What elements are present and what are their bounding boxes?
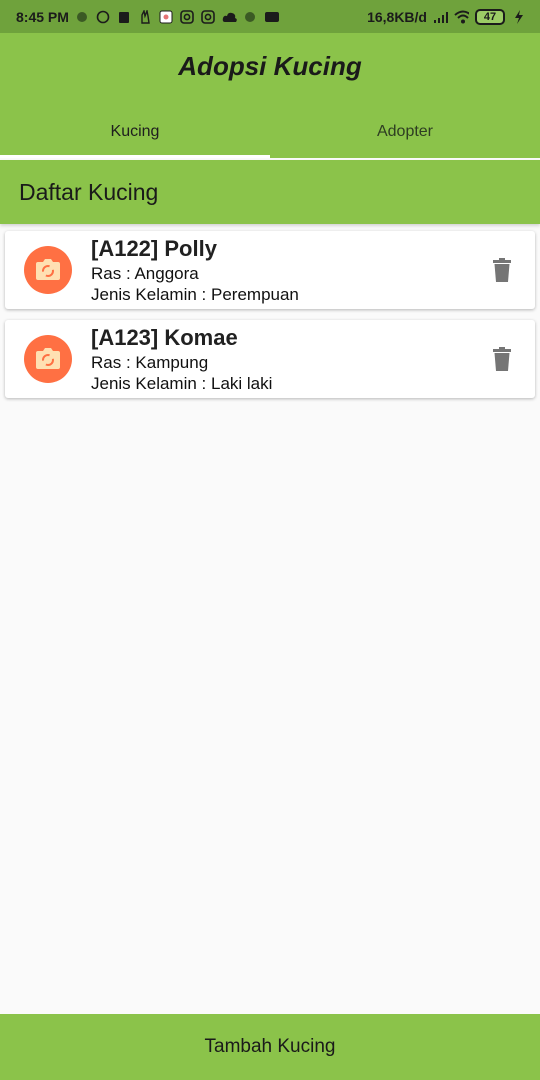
app-bar: Adopsi Kucing Kucing Adopter (0, 33, 540, 158)
status-time: 8:45 PM (16, 8, 69, 25)
trash-icon (493, 347, 511, 371)
charging-icon (511, 9, 526, 24)
battery-level: 47 (483, 10, 497, 23)
signal-icon (433, 9, 448, 24)
add-cat-button[interactable]: Tambah Kucing (0, 1014, 540, 1080)
circle-icon (75, 9, 90, 24)
cat-title: [A122] Polly (91, 236, 217, 261)
battery-icon: 47 (475, 8, 505, 25)
delete-button[interactable] (491, 346, 513, 372)
chat-icon (264, 9, 279, 24)
add-cat-button-label: Tambah Kucing (204, 1036, 336, 1057)
tab-indicator (0, 155, 270, 158)
tab-adopter[interactable]: Adopter (270, 105, 540, 158)
camera-icon (36, 348, 60, 369)
cat-info: [A123] Komae Ras : Kampung Jenis Kelamin… (91, 324, 272, 394)
status-bar: 8:45 PM 16,8KB/d 47 (0, 0, 540, 33)
tab-kucing-label: Kucing (110, 122, 160, 140)
status-left: 8:45 PM (16, 9, 279, 25)
whatsapp-icon (96, 9, 111, 24)
cat-gender: Jenis Kelamin : Perempuan (91, 285, 299, 304)
cat-avatar (24, 246, 72, 294)
delete-button[interactable] (491, 257, 513, 283)
image-icon (159, 9, 174, 24)
section-header: Daftar Kucing (0, 160, 540, 224)
wifi-icon (454, 9, 469, 24)
cat-title: [A123] Komae (91, 325, 238, 350)
tab-adopter-label: Adopter (376, 122, 434, 140)
network-speed: 16,8KB/d (367, 8, 427, 25)
instagram-icon (180, 9, 195, 24)
camera-icon (36, 259, 60, 280)
circle-icon (243, 9, 258, 24)
cat-card[interactable]: [A122] Polly Ras : Anggora Jenis Kelamin… (5, 231, 535, 309)
tab-bar: Kucing Adopter (0, 105, 540, 158)
cloud-icon (222, 9, 237, 24)
trash-icon (493, 258, 511, 282)
cat-ras: Ras : Kampung (91, 353, 209, 372)
tab-kucing[interactable]: Kucing (0, 105, 270, 158)
status-right: 16,8KB/d 47 (367, 8, 526, 25)
peace-icon (138, 9, 153, 24)
cat-ras: Ras : Anggora (91, 264, 199, 283)
app-title: Adopsi Kucing (178, 51, 362, 81)
clipboard-icon (117, 9, 132, 24)
cat-card[interactable]: [A123] Komae Ras : Kampung Jenis Kelamin… (5, 320, 535, 398)
cat-avatar (24, 335, 72, 383)
cat-gender: Jenis Kelamin : Laki laki (91, 374, 273, 393)
cat-info: [A122] Polly Ras : Anggora Jenis Kelamin… (91, 235, 299, 305)
instagram-icon (201, 9, 216, 24)
section-title: Daftar Kucing (19, 178, 159, 205)
